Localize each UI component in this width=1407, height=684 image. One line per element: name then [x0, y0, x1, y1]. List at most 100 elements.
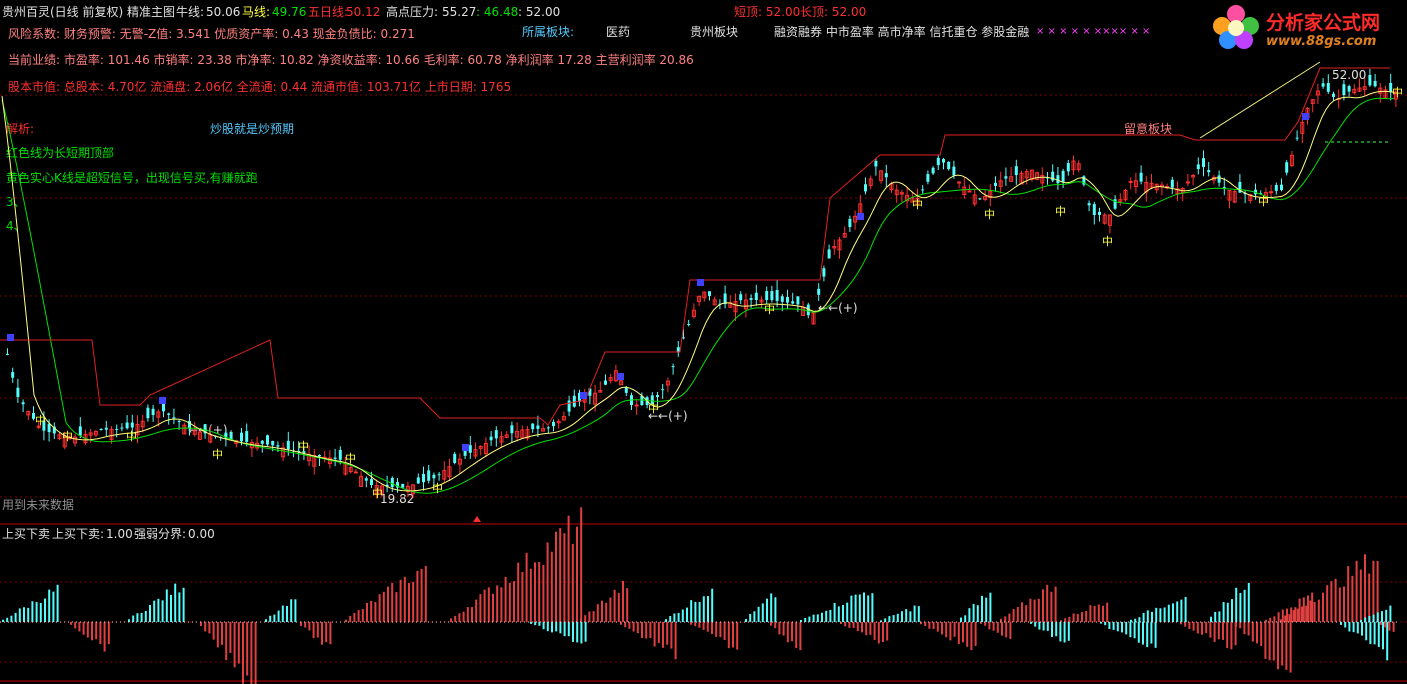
histogram-bar: [770, 622, 772, 626]
candle-body: [1056, 175, 1060, 184]
candle-body: [125, 422, 129, 429]
candle-body: [936, 157, 940, 166]
histogram-bar: [1277, 612, 1280, 622]
histogram-bar: [1389, 605, 1392, 622]
histogram-bar: [669, 616, 672, 622]
histogram-bar: [757, 606, 760, 622]
histogram-bar: [1142, 612, 1145, 622]
histogram-bar: [174, 583, 177, 622]
blue-signal-marker: [697, 279, 704, 286]
histogram-bar: [1382, 622, 1384, 650]
histogram-bar: [14, 612, 17, 622]
histogram-bar: [960, 617, 962, 622]
histogram-bar: [1072, 613, 1075, 622]
histogram-bar: [424, 565, 427, 622]
histogram-bar: [308, 622, 311, 631]
histogram-bar: [361, 609, 364, 622]
candle-body: [1285, 162, 1289, 173]
histogram-bar: [1368, 573, 1371, 622]
histogram-bar: [178, 592, 181, 622]
histogram-bar: [462, 611, 465, 622]
histogram-bar: [1247, 622, 1250, 636]
histogram-bar: [1309, 600, 1312, 622]
candle-body: [120, 427, 124, 429]
histogram-bar: [517, 562, 520, 622]
histogram-bar: [1260, 622, 1263, 647]
candle-body: [104, 427, 108, 430]
histogram-bar: [856, 622, 859, 632]
histogram-bar: [1085, 610, 1088, 622]
histogram-bar: [888, 616, 891, 622]
histogram-bar: [1365, 622, 1368, 641]
candle-body: [572, 395, 576, 407]
histogram-bar: [1348, 622, 1351, 632]
histogram-bar: [391, 582, 394, 622]
histogram-bar: [140, 612, 143, 622]
histogram-bar: [1330, 581, 1333, 622]
histogram-bar: [632, 622, 635, 632]
histogram-bar: [1116, 622, 1119, 632]
histogram-bar: [694, 622, 697, 627]
histogram-bar: [325, 622, 328, 643]
histogram-bar: [382, 591, 385, 622]
histogram-bar: [941, 622, 943, 635]
histogram-bar: [1218, 611, 1221, 622]
histogram-bar: [416, 570, 419, 622]
histogram-bar: [1054, 586, 1057, 622]
histogram-bar: [1214, 611, 1217, 622]
histogram-bar: [576, 622, 579, 643]
histogram-bar: [665, 619, 667, 622]
histogram-bar: [609, 597, 612, 622]
mid-signal-marker: 中: [62, 430, 73, 443]
histogram-bar: [1154, 622, 1157, 648]
histogram-bar: [31, 601, 34, 622]
histogram-bar: [538, 622, 541, 626]
candle-body: [791, 301, 795, 304]
histogram-bar: [588, 611, 591, 622]
blue-signal-marker: [857, 213, 864, 220]
histogram-bar: [1217, 622, 1220, 640]
candle-body: [957, 181, 962, 184]
histogram-bar: [791, 622, 793, 642]
candle-body: [427, 470, 431, 481]
mid-signal-marker: 中: [372, 487, 383, 500]
histogram-bar: [584, 622, 587, 642]
histogram-bar: [871, 593, 874, 622]
candle-body: [671, 366, 675, 368]
histogram-bar: [265, 619, 267, 622]
candle-body: [276, 445, 280, 447]
histogram-bar: [821, 612, 823, 622]
histogram-bar: [686, 607, 688, 622]
histogram-bar: [1055, 622, 1058, 637]
mid-signal-marker: 中: [126, 430, 137, 443]
histogram-bar: [1235, 587, 1238, 622]
histogram-bar: [1344, 622, 1347, 628]
histogram-bar: [782, 622, 785, 636]
histogram-bar: [770, 593, 773, 622]
histogram-bar: [1334, 578, 1337, 622]
histogram-bar: [1130, 619, 1132, 622]
histogram-bar: [530, 622, 532, 624]
histogram-bar: [949, 622, 952, 641]
histogram-bar: [1290, 607, 1293, 622]
histogram-bar: [551, 622, 553, 633]
blue-signal-marker: [580, 392, 587, 399]
histogram-bar: [1301, 606, 1303, 622]
histogram-bar: [596, 604, 599, 622]
histogram-bar: [1392, 622, 1395, 632]
histogram-bar: [1142, 622, 1144, 645]
candle-body: [1321, 83, 1325, 87]
candle-body: [6, 353, 9, 355]
histogram-bar: [18, 608, 21, 622]
histogram-bar: [508, 582, 511, 622]
histogram-bar: [1243, 622, 1246, 635]
mid-signal-marker: 中: [35, 414, 46, 427]
histogram-bar: [1108, 622, 1111, 630]
stock-chart[interactable]: 中中 中中中中中 中中中中中 中中中中: [0, 0, 1407, 684]
histogram-bar: [1372, 560, 1375, 622]
histogram-bar: [91, 622, 93, 641]
candle-body: [780, 296, 784, 302]
histogram-bar: [35, 602, 38, 622]
histogram-bar: [294, 599, 297, 622]
histogram-bar: [1226, 602, 1229, 622]
